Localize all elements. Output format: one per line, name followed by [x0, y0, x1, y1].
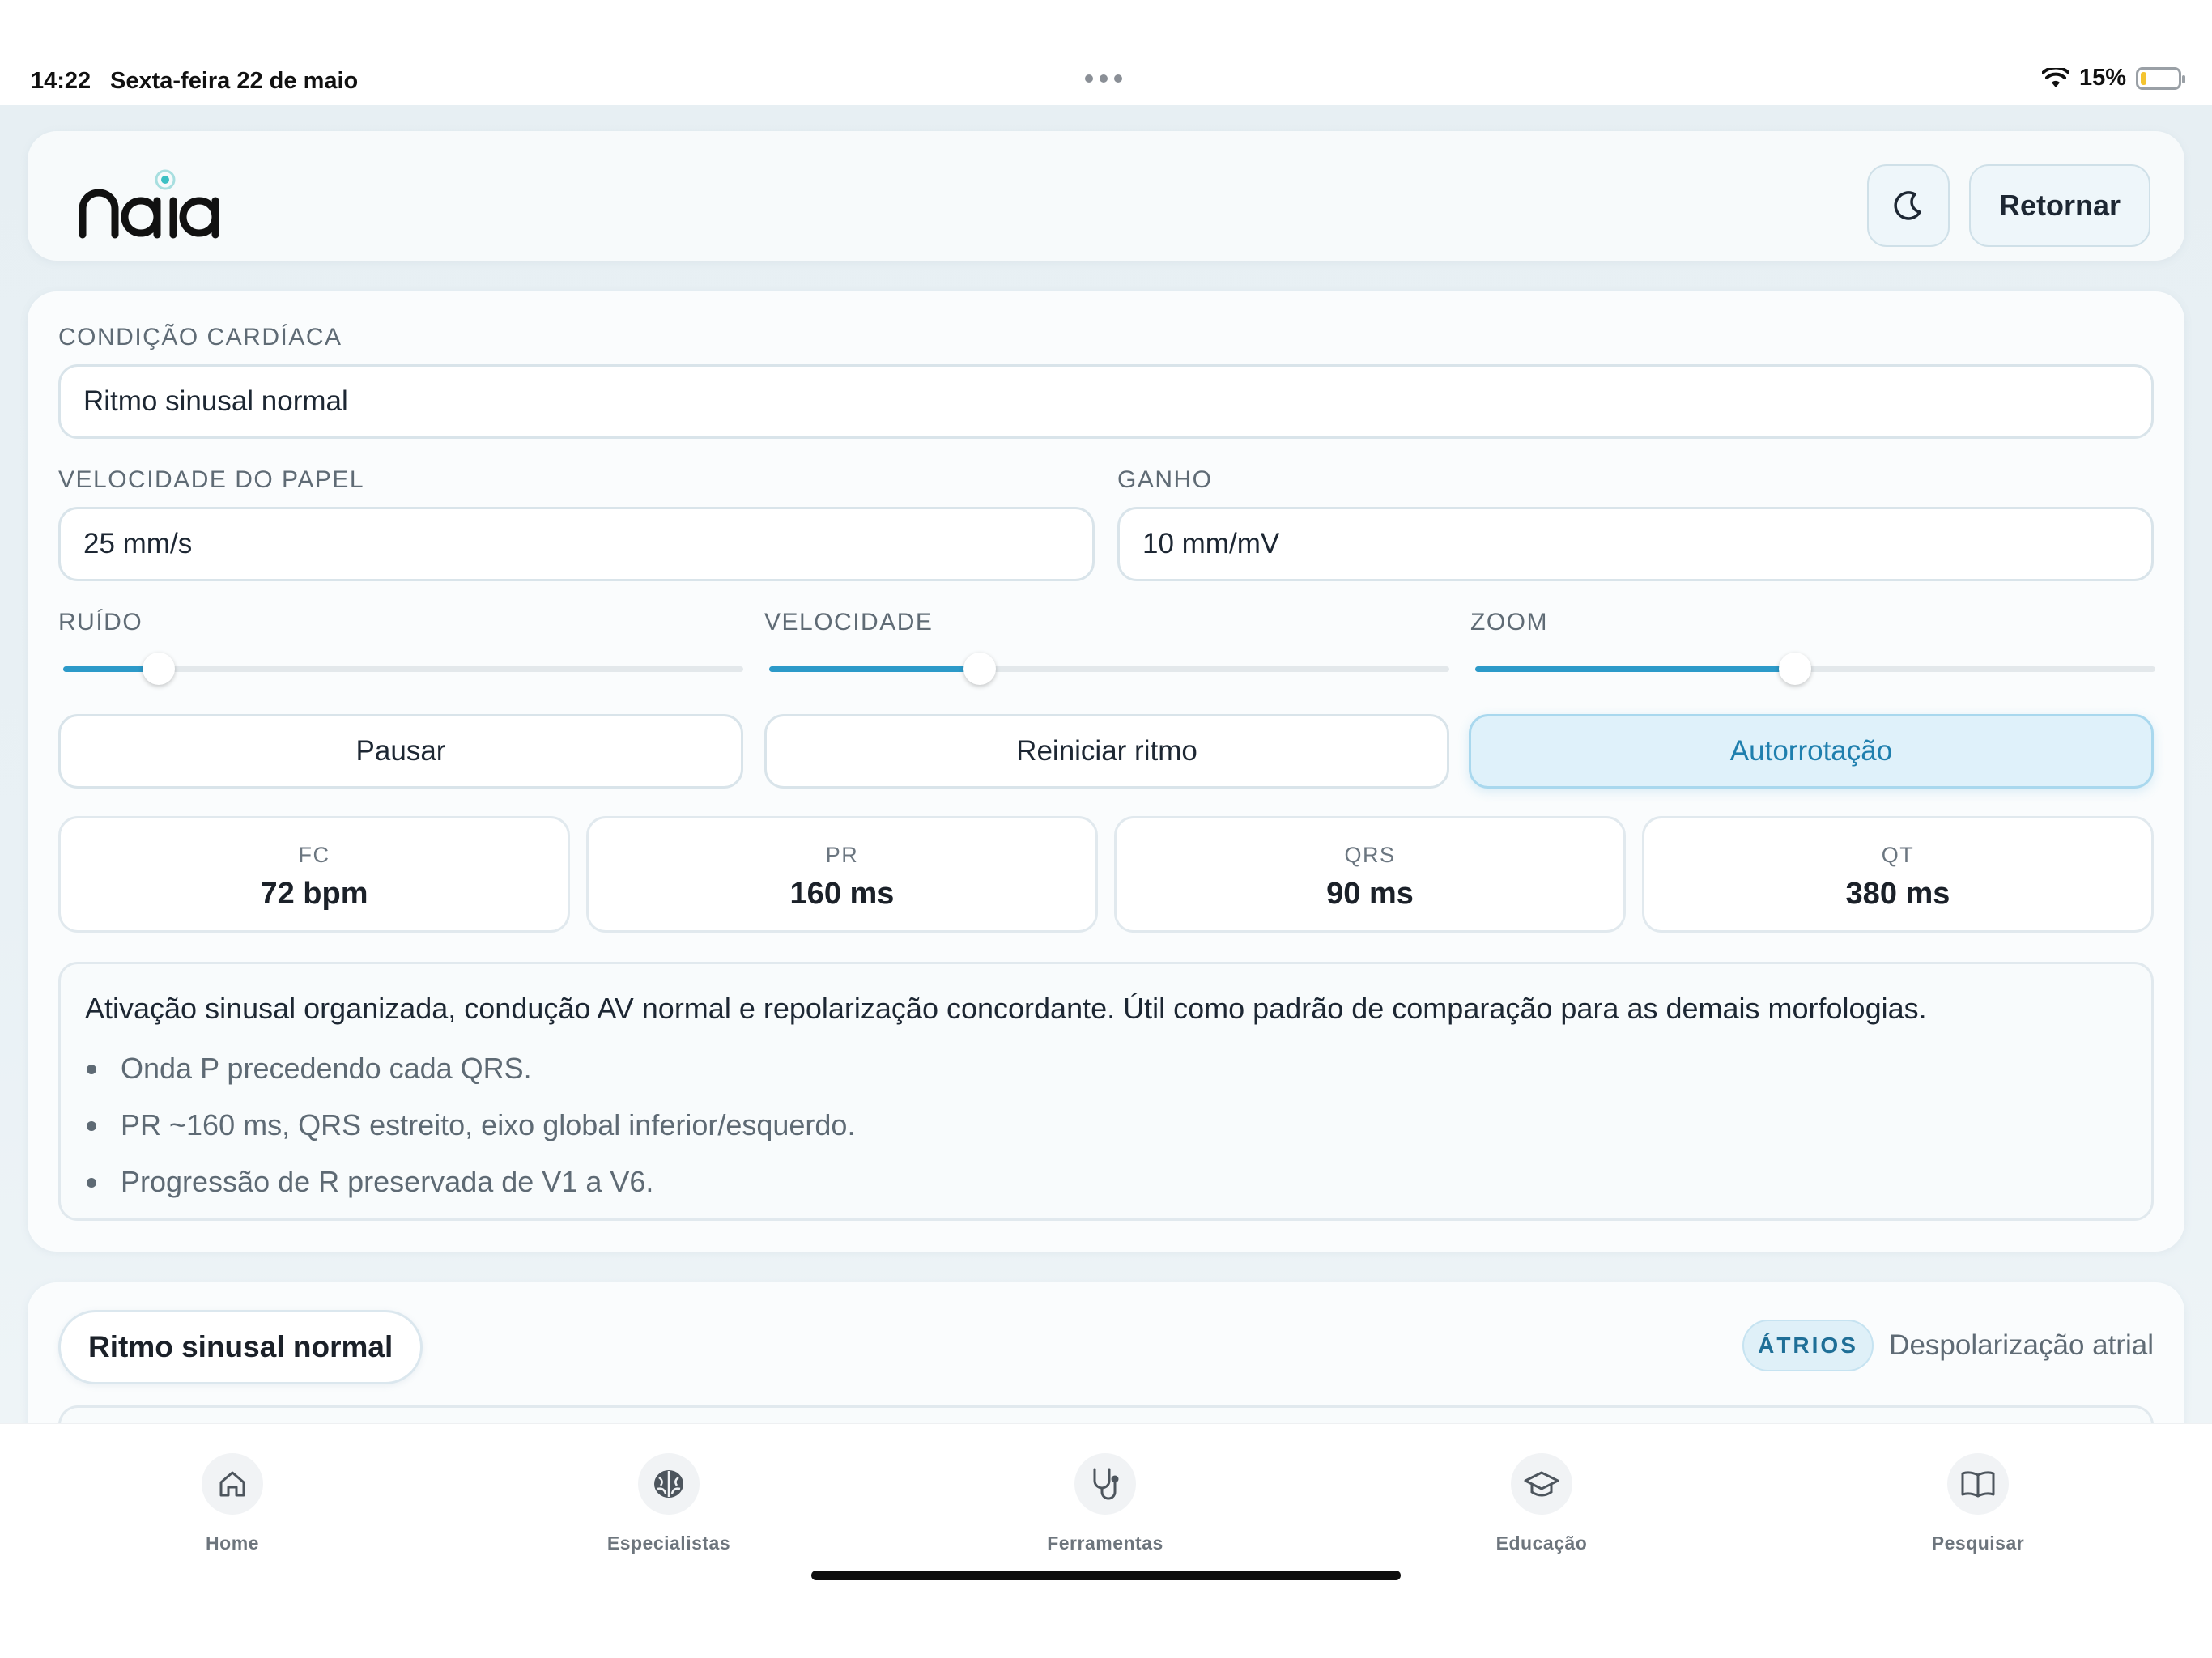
restart-rhythm-button[interactable]: Reiniciar ritmo — [764, 714, 1449, 789]
tab-label: Pesquisar — [1931, 1533, 2025, 1554]
stethoscope-icon — [1074, 1453, 1136, 1515]
metric-value: 380 ms — [1845, 877, 1950, 911]
status-indicators: 15% — [2041, 65, 2185, 91]
tab-label: Ferramentas — [1047, 1533, 1163, 1554]
metric-label: QRS — [1344, 843, 1396, 867]
tab-pesquisar[interactable]: Pesquisar — [1873, 1453, 2083, 1554]
noise-label: RUÍDO — [58, 609, 143, 636]
metric-value: 90 ms — [1326, 877, 1414, 911]
tab-ferramentas[interactable]: Ferramentas — [1000, 1453, 1210, 1554]
atrios-badge[interactable]: ÁTRIOS — [1742, 1320, 1874, 1371]
status-time: 14:22 — [31, 68, 91, 94]
list-item-text: Progressão de R preservada de V1 a V6. — [121, 1165, 654, 1198]
speed-slider[interactable] — [769, 653, 1449, 685]
description-list: Onda P precedendo cada QRS. PR ~160 ms, … — [85, 1052, 855, 1222]
slider-thumb[interactable] — [963, 653, 997, 685]
list-item: Onda P precedendo cada QRS. — [85, 1052, 855, 1108]
tab-label: Educação — [1495, 1533, 1588, 1554]
moon-icon — [1894, 191, 1921, 220]
gain-select[interactable]: 10 mm/mV — [1117, 507, 2154, 581]
metric-label: PR — [825, 843, 859, 867]
condition-description: Ativação sinusal organizada, condução AV… — [58, 962, 2154, 1221]
return-button[interactable]: Retornar — [1969, 164, 2150, 247]
metric-value: 72 bpm — [260, 877, 368, 911]
slider-thumb[interactable] — [1778, 653, 1811, 685]
list-item-text: PR ~160 ms, QRS estreito, eixo global in… — [121, 1108, 856, 1141]
multitasking-dots-icon[interactable] — [1085, 74, 1122, 83]
metric-label: QT — [1881, 843, 1915, 867]
list-item: PR ~160 ms, QRS estreito, eixo global in… — [85, 1108, 855, 1165]
naia-logo — [79, 169, 219, 239]
pause-button[interactable]: Pausar — [58, 714, 743, 789]
battery-icon — [2136, 66, 2185, 90]
header-bar — [28, 131, 2184, 261]
paper-speed-label: VELOCIDADE DO PAPEL — [58, 466, 365, 493]
autorotate-button[interactable]: Autorrotação — [1469, 714, 2154, 789]
tab-label: Home — [206, 1533, 259, 1554]
metric-qrs: QRS 90 ms — [1114, 816, 1626, 933]
brain-icon — [638, 1453, 700, 1515]
tab-label: Especialistas — [606, 1533, 731, 1554]
zoom-slider[interactable] — [1475, 653, 2155, 685]
rhythm-title-chip: Ritmo sinusal normal — [58, 1310, 423, 1384]
slider-thumb[interactable] — [142, 653, 175, 685]
tab-home[interactable]: Home — [127, 1453, 338, 1554]
atrios-description: Despolarização atrial — [1889, 1329, 2154, 1361]
description-text: Ativação sinusal organizada, condução AV… — [85, 992, 1927, 1025]
theme-toggle-button[interactable] — [1867, 164, 1950, 247]
metric-value: 160 ms — [789, 877, 895, 911]
status-bar: 14:22 Sexta-feira 22 de maio 15% — [0, 0, 2212, 105]
zoom-label: ZOOM — [1470, 609, 1548, 636]
book-icon — [1947, 1453, 2009, 1515]
status-date: Sexta-feira 22 de maio — [110, 68, 359, 94]
list-item: Progressão de R preservada de V1 a V6. — [85, 1165, 855, 1222]
metric-qt: QT 380 ms — [1642, 816, 2154, 933]
home-indicator[interactable] — [811, 1571, 1401, 1580]
metric-pr: PR 160 ms — [586, 816, 1098, 933]
condition-label: CONDIÇÃO CARDÍACA — [58, 324, 342, 351]
metric-fc: FC 72 bpm — [58, 816, 570, 933]
gain-label: GANHO — [1117, 466, 1213, 493]
graduation-cap-icon — [1511, 1453, 1572, 1515]
noise-slider[interactable] — [63, 653, 743, 685]
home-icon — [202, 1453, 263, 1515]
speed-label: VELOCIDADE — [764, 609, 934, 636]
list-item-text: Onda P precedendo cada QRS. — [121, 1052, 532, 1085]
metric-label: FC — [298, 843, 330, 867]
tab-especialistas[interactable]: Especialistas — [564, 1453, 774, 1554]
tab-bar: Home Especialistas Ferramentas Educação … — [0, 1423, 2212, 1658]
condition-select[interactable]: Ritmo sinusal normal — [58, 364, 2154, 439]
tab-educacao[interactable]: Educação — [1436, 1453, 1647, 1554]
wifi-icon — [2041, 67, 2069, 87]
battery-percent: 15% — [2078, 65, 2126, 91]
paper-speed-select[interactable]: 25 mm/s — [58, 507, 1095, 581]
